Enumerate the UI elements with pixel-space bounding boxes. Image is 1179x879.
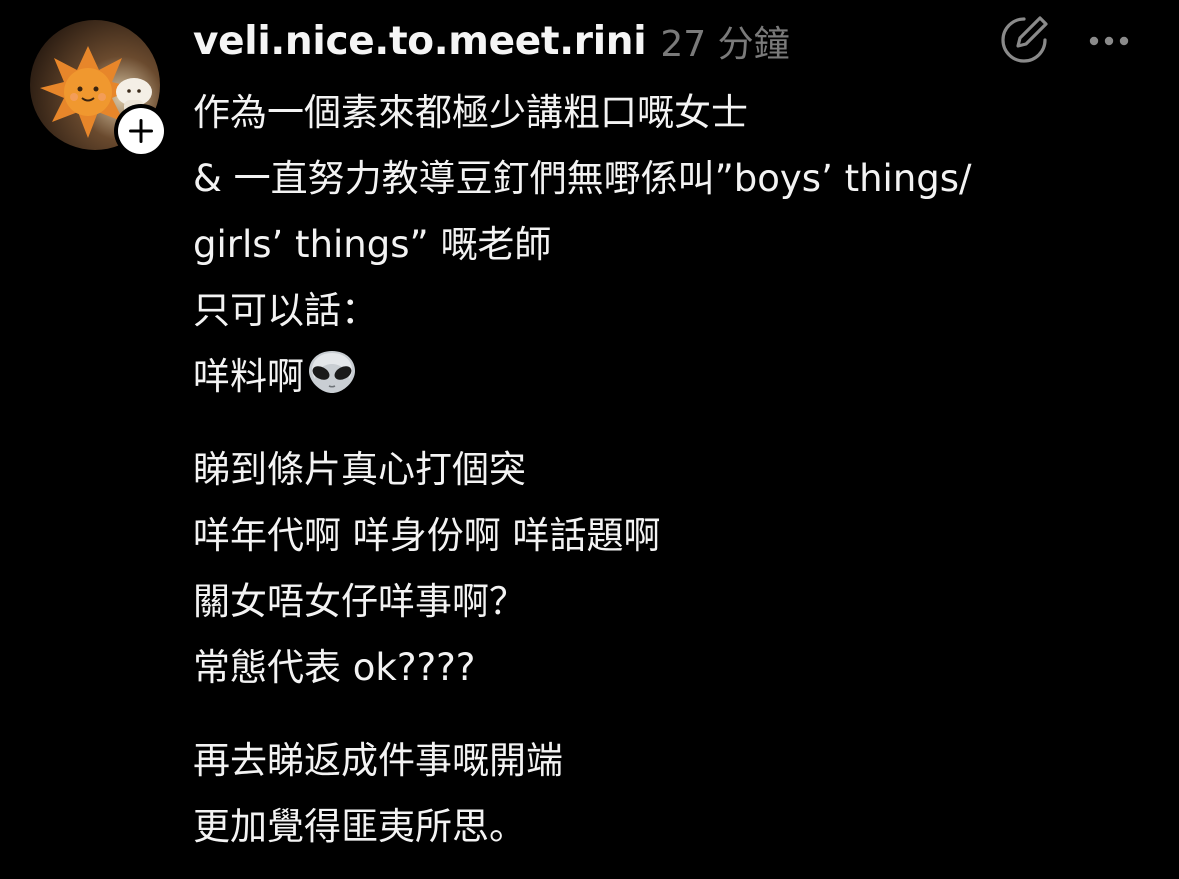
post-body: 作為一個素來都極少講粗口嘅女士 & 一直努力教導豆釘們無嘢係叫”boys’ th… xyxy=(193,80,1153,860)
post-line: & 一直努力教導豆釘們無嘢係叫”boys’ things/ xyxy=(193,157,972,200)
post-line: 睇到條片真心打個突 xyxy=(193,448,526,491)
post-line-with-emoji: 咩料啊 xyxy=(193,344,1153,410)
post-line: 關女唔女仔咩事啊？ xyxy=(193,580,526,623)
plus-icon xyxy=(129,119,153,143)
post-line: 再去睇返成件事嘅開端 xyxy=(193,739,563,782)
avatar-container[interactable] xyxy=(30,20,168,158)
follow-button[interactable] xyxy=(114,104,168,158)
timestamp: 27 分鐘 xyxy=(660,24,790,65)
post-line-text: 咩料啊 xyxy=(193,355,304,398)
post-header: veli.nice.to.meet.rini 27 分鐘 xyxy=(193,14,790,68)
thread-post: veli.nice.to.meet.rini 27 分鐘 作為一個素來都極少講粗… xyxy=(0,0,1179,879)
alien-emoji-icon xyxy=(306,349,358,416)
more-icon[interactable] xyxy=(1086,26,1132,56)
post-line: 常態代表 ok???? xyxy=(193,646,476,689)
compose-icon[interactable] xyxy=(998,14,1050,66)
post-line: 作為一個素來都極少講粗口嘅女士 xyxy=(193,91,748,134)
post-line: 更加覺得匪夷所思。 xyxy=(193,805,526,848)
post-line: girls’ things” 嘅老師 xyxy=(193,223,552,266)
follow-button-inner xyxy=(118,108,164,154)
username[interactable]: veli.nice.to.meet.rini xyxy=(193,19,647,64)
post-line: 只可以話： xyxy=(193,289,378,332)
post-line: 咩年代啊 咩身份啊 咩話題啊 xyxy=(193,514,661,557)
